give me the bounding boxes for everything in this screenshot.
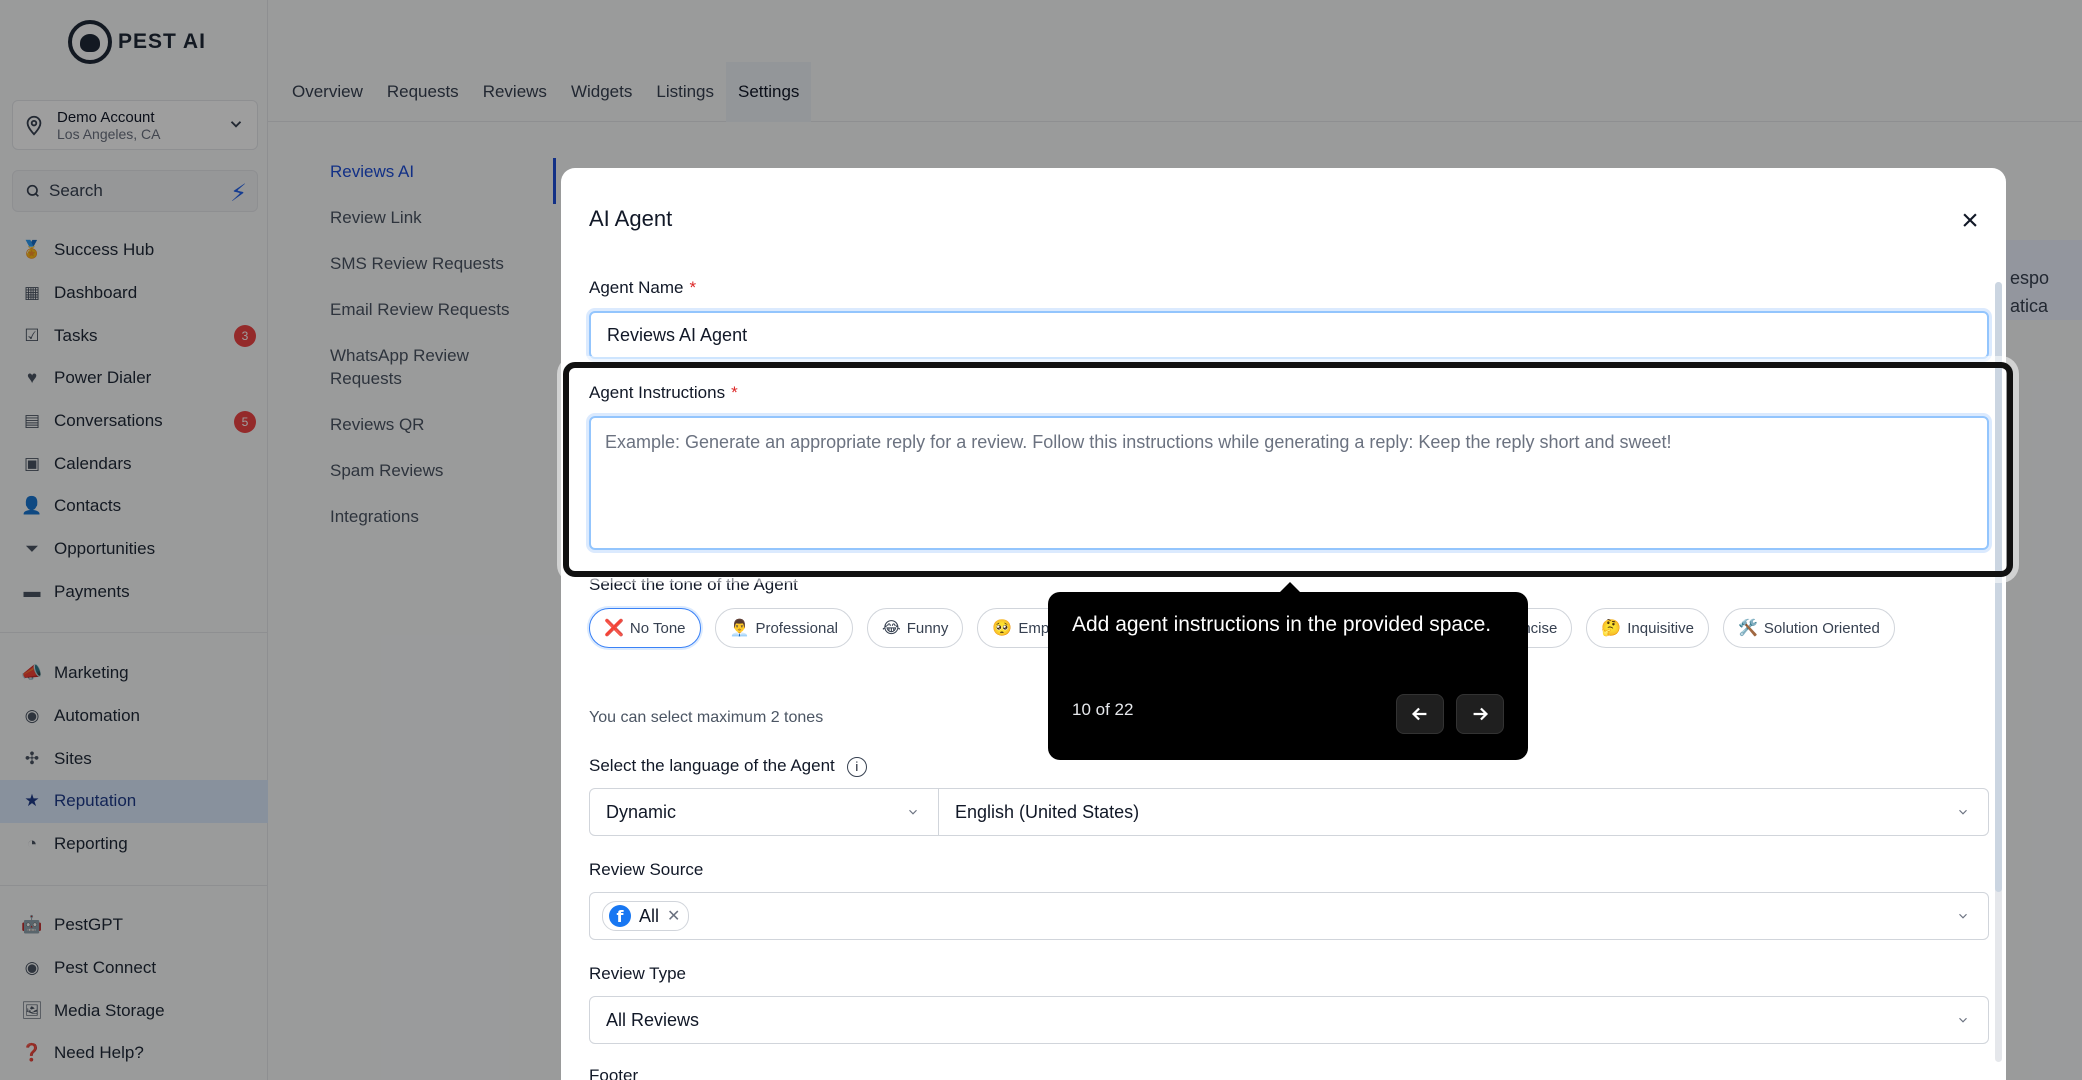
footer-label: Footer [589,1066,639,1080]
chevron-down-icon [1959,809,1967,815]
tour-tooltip: Add agent instructions in the provided s… [1048,582,1528,760]
tone-chip-professional[interactable]: 👨‍💼 Professional [714,608,853,648]
tour-highlight-ring [563,362,2013,577]
tone-chip-no-tone[interactable]: ❌ No Tone [589,608,701,648]
language-label: Select the language of the Agent i [589,756,867,777]
modal-title: AI Agent [589,206,673,231]
cross-icon: ❌ [604,620,624,637]
agent-name-label: Agent Name * [589,278,697,297]
review-type-label: Review Type [589,964,687,983]
tone-hint: You can select maximum 2 tones [589,709,824,726]
tone-chip-inquisitive[interactable]: 🤔 Inquisitive [1586,608,1709,648]
required-marker: * [689,278,697,297]
thinking-icon: 🤔 [1601,620,1622,637]
info-icon[interactable]: i [846,756,867,777]
chevron-down-icon [1959,1017,1967,1023]
close-icon[interactable]: × [1956,206,1984,236]
tour-next-button[interactable] [1456,694,1504,734]
tools-icon: 🛠️ [1737,620,1758,637]
laughing-icon: 😂 [882,620,901,637]
review-source-label: Review Source [589,860,704,879]
review-source-select[interactable]: f All ✕ [589,892,1989,940]
arrow-right-icon [1473,707,1489,721]
pleading-face-icon: 🥺 [992,620,1013,637]
tooltip-step-counter: 10 of 22 [1072,700,1134,719]
language-mode-select[interactable]: Dynamic [589,788,939,836]
review-type-select[interactable]: All Reviews [589,996,1989,1044]
tour-prev-button[interactable] [1396,694,1444,734]
source-tag: f All ✕ [602,901,690,931]
chevron-down-icon [909,809,917,815]
agent-name-input[interactable]: Reviews AI Agent [589,311,1989,359]
language-select[interactable]: English (United States) [938,788,1989,836]
arrow-left-icon [1411,707,1427,721]
tone-label: Select the tone of the Agent [589,575,798,594]
chevron-down-icon [1959,913,1967,919]
professional-icon: 👨‍💼 [729,620,750,637]
tone-chip-solution-oriented[interactable]: 🛠️ Solution Oriented [1722,608,1895,648]
facebook-icon: f [609,905,631,927]
tone-chip-funny[interactable]: 😂 Funny [867,608,964,648]
remove-tag-icon[interactable]: ✕ [667,906,680,926]
tooltip-text: Add agent instructions in the provided s… [1072,613,1492,636]
